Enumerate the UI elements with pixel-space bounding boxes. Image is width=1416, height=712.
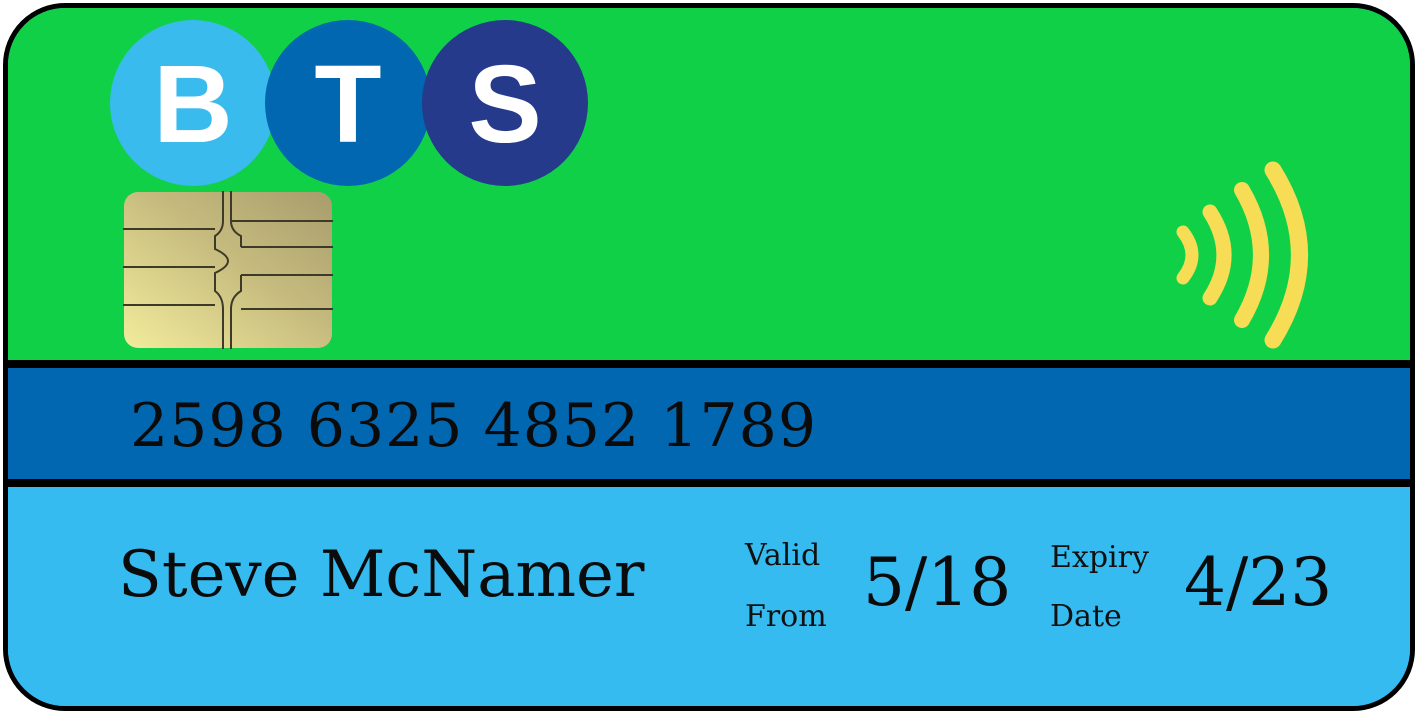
valid-from-label-line2: From [745,599,827,634]
expiry-label-line2: Date [1050,599,1122,634]
bank-logo: B T S [110,20,588,186]
logo-letter-t: T [314,43,381,166]
valid-from-label-line1: Valid [745,538,821,573]
contactless-icon [1176,161,1308,349]
cardholder-name: Steve McNamer [118,538,645,612]
logo-letter-s: S [468,43,541,166]
valid-from-value: 5/18 [863,544,1012,621]
credit-card: B T S 2598 6325 4852 1789 Steve McNamer … [3,3,1415,711]
expiry-value: 4/23 [1184,544,1333,621]
expiry-label-line1: Expiry [1050,540,1149,575]
emv-chip-icon [123,191,333,349]
card-number: 2598 6325 4852 1789 [130,391,817,461]
logo-letter-b: B [153,43,232,166]
